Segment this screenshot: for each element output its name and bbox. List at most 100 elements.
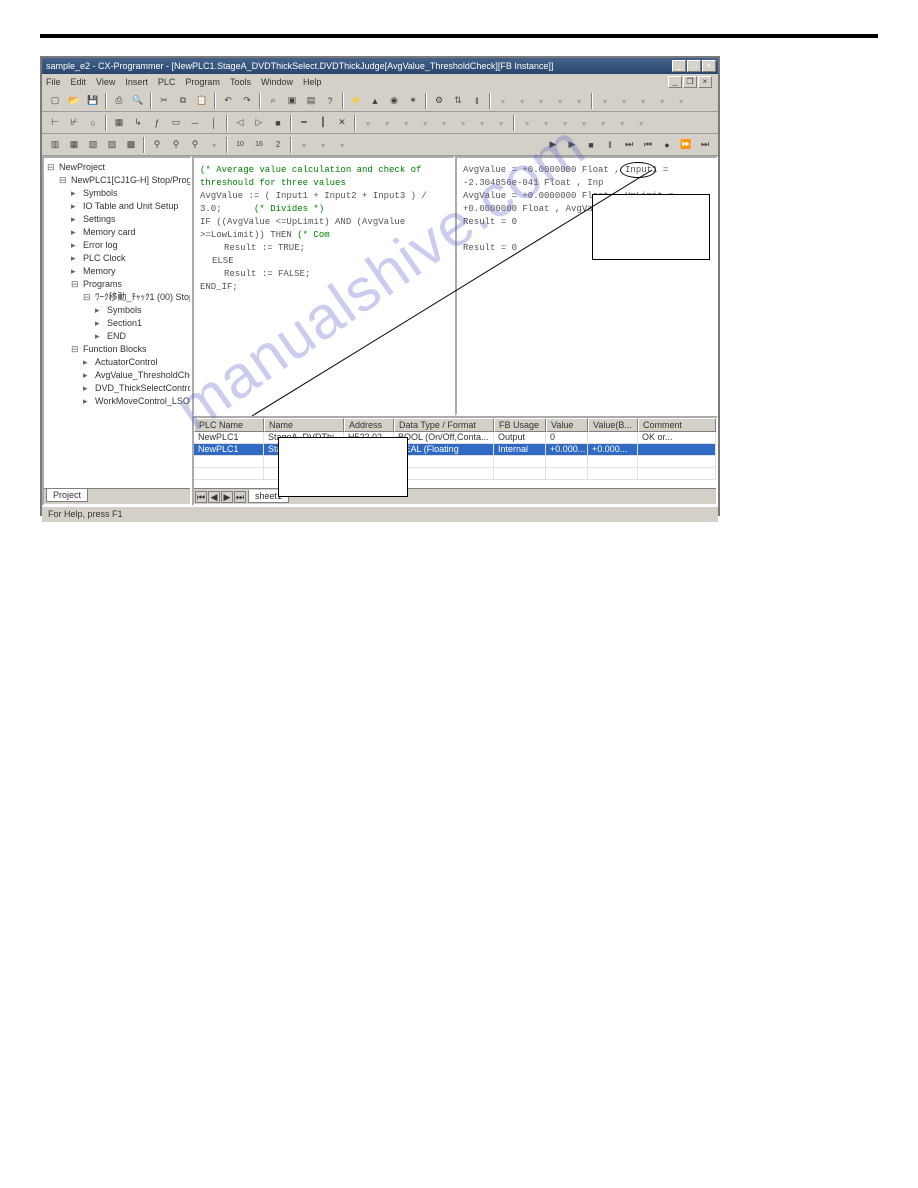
sheet-first-icon[interactable]: ⏮ [195, 491, 207, 503]
minimize-button[interactable]: _ [672, 60, 686, 72]
line-icon[interactable]: ─ [186, 114, 204, 132]
tool2-icon[interactable]: ▤ [302, 92, 320, 110]
tb-h-icon[interactable]: ▫ [634, 92, 652, 110]
preview-icon[interactable]: 🔍 [129, 92, 147, 110]
menu-window[interactable]: Window [261, 77, 293, 87]
tree-item-programs[interactable]: ⊟Programs [71, 278, 187, 291]
find-icon[interactable]: ⌕ [264, 92, 282, 110]
view-b-icon[interactable]: ▦ [65, 136, 83, 154]
view-a-icon[interactable]: ▥ [46, 136, 64, 154]
menu-help[interactable]: Help [303, 77, 322, 87]
ext-d-icon[interactable]: ▫ [416, 114, 434, 132]
sheet-next-icon[interactable]: ▶ [221, 491, 233, 503]
pause-icon[interactable]: ‖ [468, 92, 486, 110]
tree-fb-dvd[interactable]: ▸DVD_ThickSelectControl [83, 382, 187, 395]
box-icon[interactable]: ▭ [167, 114, 185, 132]
new-icon[interactable]: ▢ [46, 92, 64, 110]
ext-m-icon[interactable]: ▫ [594, 114, 612, 132]
play-icon[interactable]: ▶ [563, 136, 581, 154]
vert-icon[interactable]: │ [205, 114, 223, 132]
print-icon[interactable]: ⎙ [110, 92, 128, 110]
rec-icon[interactable]: ● [658, 136, 676, 154]
tree-program-node[interactable]: ⊟ﾜｰｸ移動_ﾁｬｯｸ1 (00) Stop [83, 291, 187, 304]
table-row[interactable] [194, 456, 716, 468]
step-right-icon[interactable]: ▷ [250, 114, 268, 132]
copy-icon[interactable]: ⧉ [174, 92, 192, 110]
col-datatype[interactable]: Data Type / Format [394, 418, 494, 432]
debug-icon[interactable]: ✶ [404, 92, 422, 110]
tree-tab-project[interactable]: Project [46, 489, 88, 502]
menu-plc[interactable]: PLC [158, 77, 176, 87]
tree-fb-avgvalue[interactable]: ▸AvgValue_ThresholdChec [83, 369, 187, 382]
ext-k-icon[interactable]: ▫ [556, 114, 574, 132]
wire-v-icon[interactable]: ┃ [314, 114, 332, 132]
ext-f-icon[interactable]: ▫ [454, 114, 472, 132]
tree-item-settings[interactable]: ▸Settings [71, 213, 187, 226]
tool1-icon[interactable]: ▣ [283, 92, 301, 110]
table-row[interactable] [194, 468, 716, 480]
ext-h-icon[interactable]: ▫ [492, 114, 510, 132]
tree-prog-symbols[interactable]: ▸Symbols [95, 304, 187, 317]
step-left-icon[interactable]: ◁ [231, 114, 249, 132]
contact-closed-icon[interactable]: ⊬ [65, 114, 83, 132]
col-name[interactable]: Name [264, 418, 344, 432]
menu-tools[interactable]: Tools [230, 77, 251, 87]
menu-insert[interactable]: Insert [125, 77, 148, 87]
stop-icon[interactable]: ■ [582, 136, 600, 154]
radix-16-icon[interactable]: 16 [250, 136, 268, 154]
view-c-icon[interactable]: ▧ [84, 136, 102, 154]
func-icon[interactable]: ƒ [148, 114, 166, 132]
ff-icon[interactable]: ⏩ [677, 136, 695, 154]
col-comment[interactable]: Comment [638, 418, 716, 432]
ext-j-icon[interactable]: ▫ [537, 114, 555, 132]
back-icon[interactable]: ⏮ [639, 136, 657, 154]
grid-icon[interactable]: ▦ [110, 114, 128, 132]
ext-l-icon[interactable]: ▫ [575, 114, 593, 132]
tb-g-icon[interactable]: ▫ [615, 92, 633, 110]
col-address[interactable]: Address [344, 418, 394, 432]
win-a-icon[interactable]: ▫ [295, 136, 313, 154]
win-c-icon[interactable]: ▫ [333, 136, 351, 154]
col-fbusage[interactable]: FB Usage [494, 418, 546, 432]
tb-b-icon[interactable]: ▫ [513, 92, 531, 110]
view-d-icon[interactable]: ▨ [103, 136, 121, 154]
ext-g-icon[interactable]: ▫ [473, 114, 491, 132]
tree-item-errorlog[interactable]: ▸Error log [71, 239, 187, 252]
sheet-last-icon[interactable]: ⏭ [234, 491, 246, 503]
maximize-button[interactable]: □ [687, 60, 701, 72]
zoom-3-icon[interactable]: ⚲ [186, 136, 204, 154]
stop-button-icon[interactable]: ■ [269, 114, 287, 132]
menu-file[interactable]: File [46, 77, 61, 87]
run-icon[interactable]: ▶ [544, 136, 562, 154]
paste-icon[interactable]: 📋 [193, 92, 211, 110]
menu-program[interactable]: Program [185, 77, 220, 87]
monitor-icon[interactable]: ◉ [385, 92, 403, 110]
pause2-icon[interactable]: ‖ [601, 136, 619, 154]
code-monitor-right[interactable]: AvgValue = +0.0000000 Float , Input1 = -… [455, 156, 718, 416]
tree-prog-end[interactable]: ▸END [95, 330, 187, 343]
zoom-2-icon[interactable]: ⚲ [167, 136, 185, 154]
ext-a-icon[interactable]: ▫ [359, 114, 377, 132]
mdi-minimize-button[interactable]: _ [668, 76, 682, 88]
transfer-icon[interactable]: ⇅ [449, 92, 467, 110]
end-icon[interactable]: ⏭ [696, 136, 714, 154]
tree-item-memcard[interactable]: ▸Memory card [71, 226, 187, 239]
help-icon[interactable]: ? [321, 92, 339, 110]
tb-d-icon[interactable]: ▫ [551, 92, 569, 110]
menu-edit[interactable]: Edit [71, 77, 87, 87]
save-icon[interactable]: 💾 [84, 92, 102, 110]
wire-h-icon[interactable]: ━ [295, 114, 313, 132]
ext-c-icon[interactable]: ▫ [397, 114, 415, 132]
open-icon[interactable]: 📂 [65, 92, 83, 110]
redo-icon[interactable]: ↷ [238, 92, 256, 110]
col-valueb[interactable]: Value(B... [588, 418, 638, 432]
ext-e-icon[interactable]: ▫ [435, 114, 453, 132]
close-button[interactable]: × [702, 60, 716, 72]
watch-tab-sheet1[interactable]: sheet1 [248, 490, 289, 503]
branch-icon[interactable]: ↳ [129, 114, 147, 132]
code-editor-left[interactable]: (* Average value calculation and check o… [192, 156, 455, 416]
coil-icon[interactable]: ○ [84, 114, 102, 132]
tree-prog-section1[interactable]: ▸Section1 [95, 317, 187, 330]
ext-i-icon[interactable]: ▫ [518, 114, 536, 132]
tree-fb-workmove[interactable]: ▸WorkMoveControl_LSONc [83, 395, 187, 408]
